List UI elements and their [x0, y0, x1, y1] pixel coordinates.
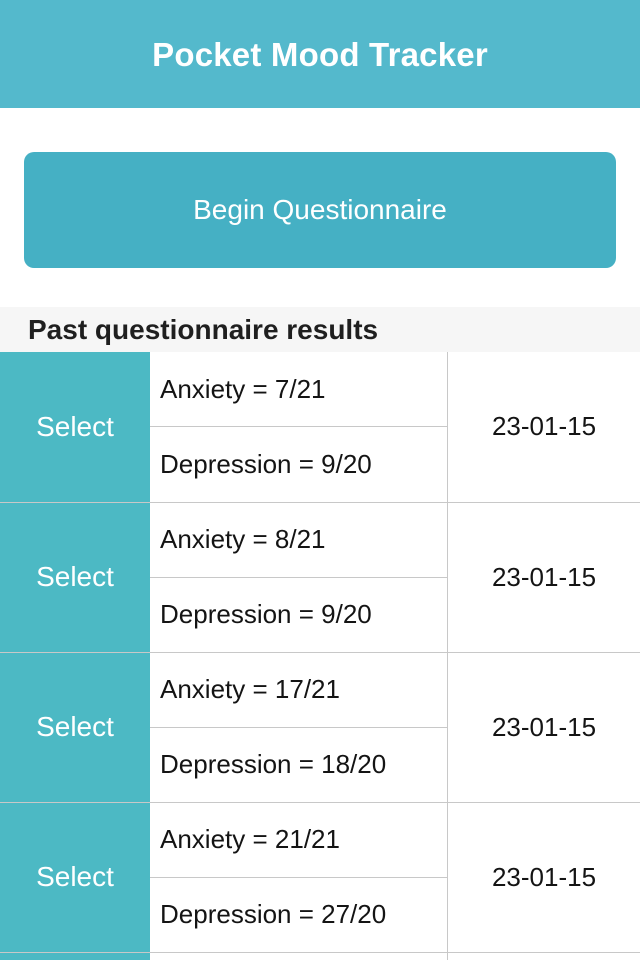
past-results-heading-label: Past questionnaire results — [28, 313, 379, 345]
select-label: Select — [36, 861, 114, 892]
select-label: Select — [36, 561, 114, 592]
scores-cell — [150, 951, 448, 960]
result-date: 23-01-15 — [447, 352, 640, 502]
depression-score: Depression = 9/20 — [160, 599, 372, 629]
begin-questionnaire-button[interactable]: Begin Questionnaire — [24, 152, 616, 268]
result-date: 23-01-15 — [447, 801, 640, 952]
result-date: 23-01-15 — [447, 501, 640, 652]
result-date: 23-01-15 — [447, 651, 640, 802]
depression-score: Depression = 18/20 — [160, 749, 387, 779]
scores-cell: Anxiety = 8/21 Depression = 9/20 — [150, 501, 448, 652]
depression-score: Depression = 9/20 — [160, 448, 372, 479]
past-results-table: Select Anxiety = 7/21 Depression = 9/20 … — [0, 352, 640, 960]
anxiety-score — [150, 953, 447, 960]
select-result-button[interactable]: Select — [0, 352, 150, 502]
past-results-heading: Past questionnaire results — [0, 307, 640, 352]
select-result-button[interactable]: Select — [0, 801, 150, 952]
table-row: Select Anxiety = 17/21 Depression = 18/2… — [0, 651, 640, 802]
result-date — [447, 951, 640, 960]
app-header: Pocket Mood Tracker — [0, 0, 640, 108]
app-root: Pocket Mood Tracker Begin Questionnaire … — [0, 0, 640, 960]
table-row: Select — [0, 951, 640, 960]
table-row: Select Anxiety = 8/21 Depression = 9/20 … — [0, 501, 640, 652]
anxiety-score: Anxiety = 7/21 — [150, 352, 447, 428]
select-result-button[interactable]: Select — [0, 501, 150, 652]
scores-cell: Anxiety = 7/21 Depression = 9/20 — [150, 352, 448, 502]
anxiety-score: Anxiety = 21/21 — [150, 803, 447, 878]
table-row: Select Anxiety = 21/21 Depression = 27/2… — [0, 801, 640, 952]
select-label: Select — [36, 410, 114, 442]
depression-score: Depression = 27/20 — [160, 899, 387, 929]
select-result-button[interactable]: Select — [0, 951, 150, 960]
select-result-button[interactable]: Select — [0, 651, 150, 802]
anxiety-score: Anxiety = 17/21 — [150, 653, 447, 728]
scores-cell: Anxiety = 21/21 Depression = 27/20 — [150, 801, 448, 952]
scores-cell: Anxiety = 17/21 Depression = 18/20 — [150, 651, 448, 802]
select-label: Select — [36, 711, 114, 742]
page-title: Pocket Mood Tracker — [152, 35, 488, 73]
table-row: Select Anxiety = 7/21 Depression = 9/20 … — [0, 352, 640, 502]
past-results-table-body: Select Anxiety = 7/21 Depression = 9/20 … — [0, 352, 640, 960]
primary-action-area: Begin Questionnaire — [0, 108, 640, 268]
anxiety-score: Anxiety = 8/21 — [150, 503, 447, 578]
